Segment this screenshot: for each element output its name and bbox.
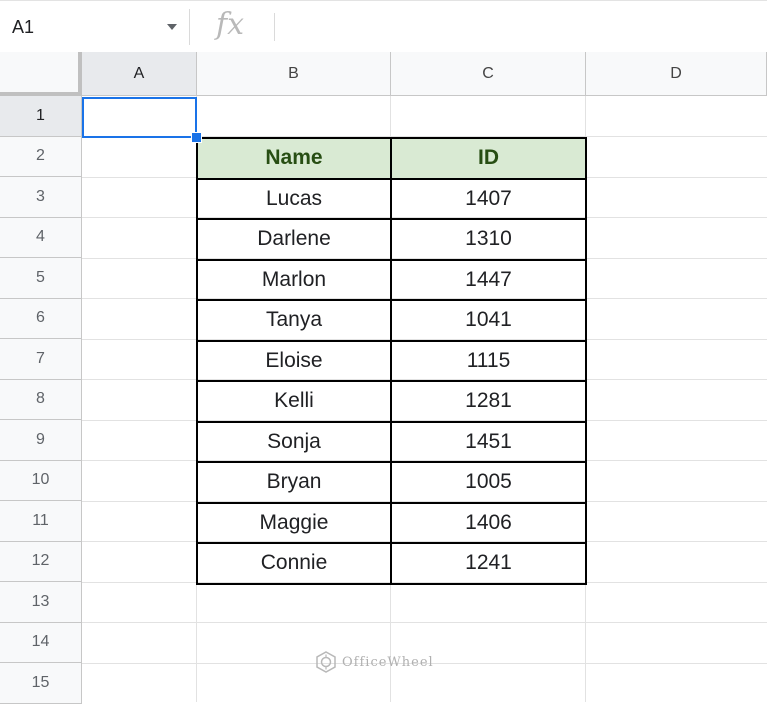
gridline bbox=[82, 622, 767, 623]
row-header-15[interactable]: 15 bbox=[0, 663, 82, 704]
id-cell[interactable]: 1451 bbox=[390, 420, 587, 463]
table-row: Lucas 1407 bbox=[196, 177, 587, 220]
column-header-a[interactable]: A bbox=[82, 52, 197, 96]
row-header-12[interactable]: 12 bbox=[0, 541, 82, 582]
id-cell[interactable]: 1407 bbox=[390, 177, 587, 220]
id-cell[interactable]: 1447 bbox=[390, 258, 587, 301]
row-header-13[interactable]: 13 bbox=[0, 582, 82, 623]
officewheel-logo-icon bbox=[316, 651, 336, 673]
name-id-table: Name ID Lucas 1407 Darlene 1310 Marlon 1… bbox=[196, 137, 587, 585]
row-header-11[interactable]: 11 bbox=[0, 501, 82, 542]
name-cell[interactable]: Maggie bbox=[196, 501, 392, 544]
id-cell[interactable]: 1005 bbox=[390, 461, 587, 504]
table-row: Connie 1241 bbox=[196, 542, 587, 585]
column-header-d[interactable]: D bbox=[586, 52, 767, 96]
id-cell[interactable]: 1115 bbox=[390, 339, 587, 382]
name-box-value: A1 bbox=[12, 16, 35, 37]
watermark-text: OfficeWheel bbox=[342, 654, 434, 670]
table-row: Darlene 1310 bbox=[196, 218, 587, 261]
header-cell-name[interactable]: Name bbox=[196, 137, 392, 180]
name-cell[interactable]: Lucas bbox=[196, 177, 392, 220]
header-cell-id[interactable]: ID bbox=[390, 137, 587, 180]
table-row: Eloise 1115 bbox=[196, 339, 587, 382]
name-cell[interactable]: Sonja bbox=[196, 420, 392, 463]
id-cell[interactable]: 1041 bbox=[390, 299, 587, 342]
column-header-b[interactable]: B bbox=[197, 52, 391, 96]
row-header-3[interactable]: 3 bbox=[0, 177, 82, 218]
name-cell[interactable]: Tanya bbox=[196, 299, 392, 342]
dropdown-arrow-icon[interactable] bbox=[167, 24, 177, 30]
name-cell[interactable]: Bryan bbox=[196, 461, 392, 504]
name-cell[interactable]: Marlon bbox=[196, 258, 392, 301]
fill-handle[interactable] bbox=[191, 132, 202, 143]
row-header-7[interactable]: 7 bbox=[0, 339, 82, 380]
row-header-1[interactable]: 1 bbox=[0, 96, 82, 137]
row-header-6[interactable]: 6 bbox=[0, 298, 82, 339]
formula-bar: A1 fx bbox=[0, 0, 767, 54]
watermark: OfficeWheel bbox=[314, 650, 434, 674]
id-cell[interactable]: 1310 bbox=[390, 218, 587, 261]
name-cell[interactable]: Eloise bbox=[196, 339, 392, 382]
table-row: Tanya 1041 bbox=[196, 299, 587, 342]
row-header-4[interactable]: 4 bbox=[0, 217, 82, 258]
column-header-c[interactable]: C bbox=[391, 52, 586, 96]
table-row: Kelli 1281 bbox=[196, 380, 587, 423]
id-cell[interactable]: 1406 bbox=[390, 501, 587, 544]
name-cell[interactable]: Darlene bbox=[196, 218, 392, 261]
name-cell[interactable]: Connie bbox=[196, 542, 392, 585]
row-header-14[interactable]: 14 bbox=[0, 622, 82, 663]
table-header-row: Name ID bbox=[196, 137, 587, 180]
select-all-corner[interactable] bbox=[0, 52, 82, 96]
name-cell[interactable]: Kelli bbox=[196, 380, 392, 423]
id-cell[interactable]: 1241 bbox=[390, 542, 587, 585]
row-header-5[interactable]: 5 bbox=[0, 258, 82, 299]
row-header-8[interactable]: 8 bbox=[0, 379, 82, 420]
id-cell[interactable]: 1281 bbox=[390, 380, 587, 423]
table-row: Marlon 1447 bbox=[196, 258, 587, 301]
table-row: Maggie 1406 bbox=[196, 501, 587, 544]
row-header-2[interactable]: 2 bbox=[0, 136, 82, 177]
fx-icon: fx bbox=[216, 7, 245, 42]
name-box[interactable]: A1 bbox=[0, 9, 190, 45]
table-row: Sonja 1451 bbox=[196, 420, 587, 463]
row-header-10[interactable]: 10 bbox=[0, 460, 82, 501]
formula-input[interactable] bbox=[282, 9, 767, 45]
formula-separator bbox=[274, 13, 275, 41]
row-header-9[interactable]: 9 bbox=[0, 420, 82, 461]
table-row: Bryan 1005 bbox=[196, 461, 587, 504]
